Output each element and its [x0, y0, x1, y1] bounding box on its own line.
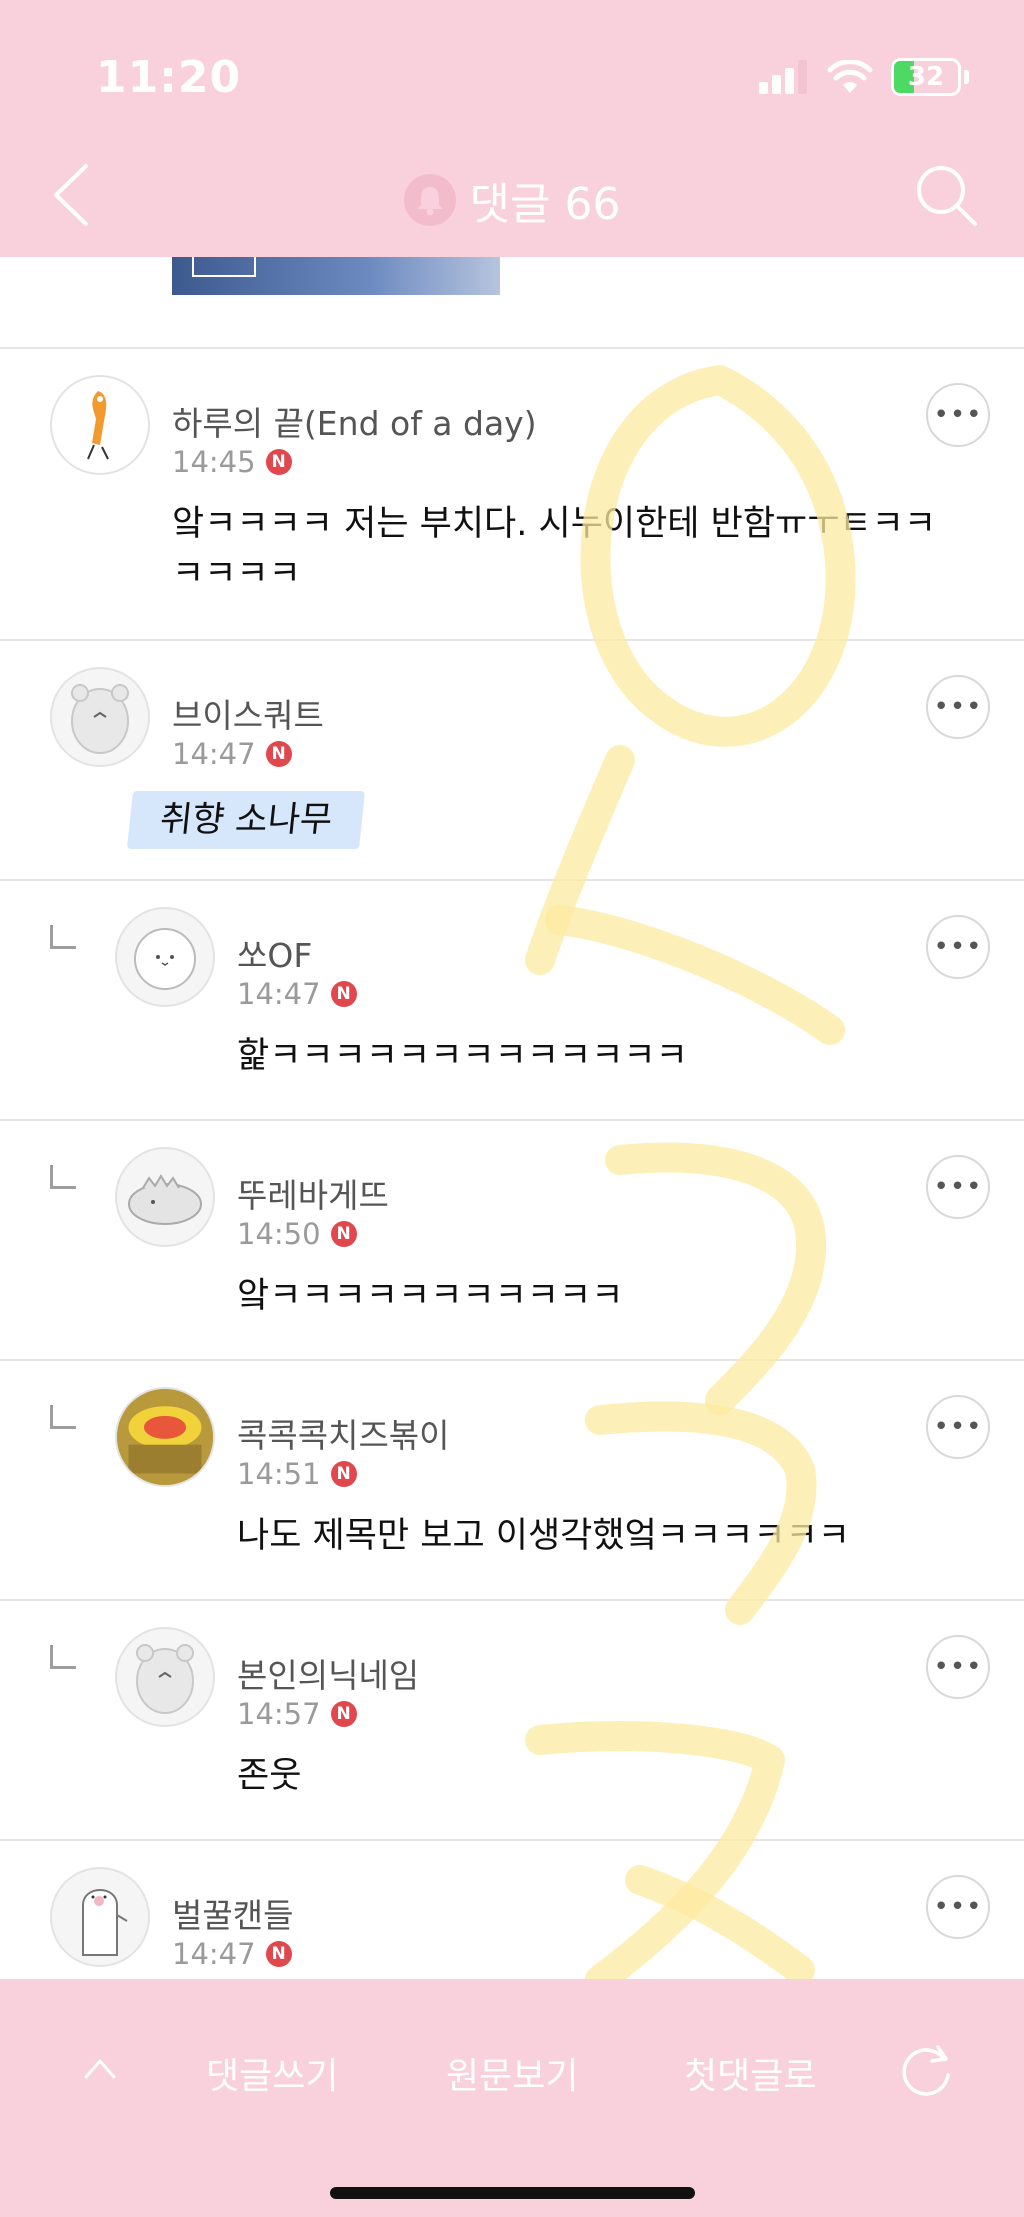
comment-time: 14:47 N — [172, 1937, 292, 1971]
battery-icon: 32 — [891, 58, 961, 96]
avatar[interactable] — [115, 1147, 215, 1247]
reply-item: 콕콕콕치즈볶이 14:51 N 나도 제목만 보고 이생각했엌ㅋㅋㅋㅋㅋㅋ ••… — [0, 1361, 1024, 1599]
more-options-button[interactable]: ••• — [926, 1155, 990, 1219]
wifi-icon — [827, 60, 873, 93]
comment-text: 나도 제목만 보고 이생각했엌ㅋㅋㅋㅋㅋㅋ — [237, 1516, 850, 1556]
new-badge: N — [265, 449, 292, 475]
comment-item: 하루의 끝(End of a day) 14:45 N 앜ㅋㅋㅋㅋ 저는 부치다… — [0, 349, 1024, 639]
comment-nickname[interactable]: 브이스쿼트 — [172, 689, 324, 737]
comment-time: 14:51 N — [237, 1457, 357, 1491]
avatar[interactable] — [50, 1867, 150, 1967]
view-original-button[interactable]: 원문보기 — [446, 2047, 578, 2099]
refresh-icon[interactable] — [898, 2041, 956, 2099]
reply-item: 본인의닉네임 14:57 N 존웃 ••• — [0, 1601, 1024, 1839]
comment-time: 14:47 N — [237, 977, 357, 1011]
comment-time: 14:45 N — [172, 445, 292, 479]
new-badge: N — [265, 741, 292, 767]
comment-text: 앜ㅋㅋㅋㅋㅋㅋㅋㅋㅋㅋㅋ — [237, 1276, 624, 1316]
reply-indicator-icon — [50, 925, 76, 949]
more-options-button[interactable]: ••• — [926, 1395, 990, 1459]
reply-item: 뚜레바게뜨 14:50 N 앜ㅋㅋㅋㅋㅋㅋㅋㅋㅋㅋㅋ ••• — [0, 1121, 1024, 1359]
signal-icon — [759, 60, 807, 94]
comment-time: 14:57 N — [237, 1697, 357, 1731]
status-icons: 32 — [759, 58, 969, 96]
comment-text: 취향 소나무 — [126, 791, 366, 849]
new-badge: N — [265, 1941, 292, 1967]
comment-item: 브이스쿼트 14:47 N 취향 소나무 ••• — [0, 641, 1024, 879]
new-badge: N — [330, 1221, 357, 1247]
avatar[interactable] — [115, 907, 215, 1007]
comment-nickname[interactable]: 하루의 끝(End of a day) — [172, 397, 537, 445]
first-comment-button[interactable]: 첫댓글로 — [684, 2047, 816, 2099]
comment-nickname[interactable]: 본인의닉네임 — [237, 1649, 419, 1697]
bell-icon[interactable] — [403, 174, 456, 226]
comment-text: 존웃 — [237, 1756, 302, 1796]
write-comment-button[interactable]: 댓글쓰기 — [206, 2047, 338, 2099]
more-options-button[interactable]: ••• — [926, 915, 990, 979]
attached-image[interactable] — [172, 257, 500, 295]
more-options-button[interactable]: ••• — [926, 675, 990, 739]
home-indicator — [330, 2187, 695, 2199]
comment-nickname[interactable]: 벌꿀캔들 — [172, 1889, 293, 1937]
new-badge: N — [330, 1701, 357, 1727]
search-icon[interactable] — [913, 162, 979, 228]
comment-nickname[interactable]: 콕콕콕치즈볶이 — [237, 1409, 450, 1457]
more-options-button[interactable]: ••• — [926, 1635, 990, 1699]
page-title: 댓글 66 — [0, 168, 1024, 232]
comment-nickname[interactable]: 뚜레바게뜨 — [237, 1169, 389, 1217]
scroll-up-icon[interactable] — [80, 2053, 120, 2083]
comment-nickname[interactable]: 쏘OF — [237, 929, 312, 977]
reply-item: 쏘OF 14:47 N 핥ㅋㅋㅋㅋㅋㅋㅋㅋㅋㅋㅋㅋㅋ ••• — [0, 881, 1024, 1119]
new-badge: N — [330, 981, 357, 1007]
avatar[interactable] — [115, 1627, 215, 1727]
battery-level: 32 — [907, 62, 945, 92]
comment-item: 벌꿀캔들 14:47 N ••• — [0, 1841, 1024, 1979]
bottom-toolbar: 댓글쓰기 원문보기 첫댓글로 — [0, 1979, 1024, 2217]
more-options-button[interactable]: ••• — [926, 383, 990, 447]
avatar[interactable] — [50, 667, 150, 767]
reply-indicator-icon — [50, 1165, 76, 1189]
more-options-button[interactable]: ••• — [926, 1875, 990, 1939]
app-header: 11:20 32 댓글 66 — [0, 0, 1024, 257]
comment-list[interactable]: 하루의 끝(End of a day) 14:45 N 앜ㅋㅋㅋㅋ 저는 부치다… — [0, 257, 1024, 1979]
new-badge: N — [330, 1461, 357, 1487]
status-time: 11:20 — [96, 52, 242, 103]
reply-indicator-icon — [50, 1405, 76, 1429]
reply-indicator-icon — [50, 1645, 76, 1669]
comment-text: 핥ㅋㅋㅋㅋㅋㅋㅋㅋㅋㅋㅋㅋㅋ — [237, 1036, 688, 1076]
comment-time: 14:50 N — [237, 1217, 357, 1251]
comment-time: 14:47 N — [172, 737, 292, 771]
comment-text: 앜ㅋㅋㅋㅋ 저는 부치다. 시누이한테 반함ㅠㅜㅌㅋㅋ ㅋㅋㅋㅋ — [172, 504, 937, 594]
avatar[interactable] — [115, 1387, 215, 1487]
avatar[interactable] — [50, 375, 150, 475]
comment-count-title: 댓글 66 — [469, 179, 621, 230]
